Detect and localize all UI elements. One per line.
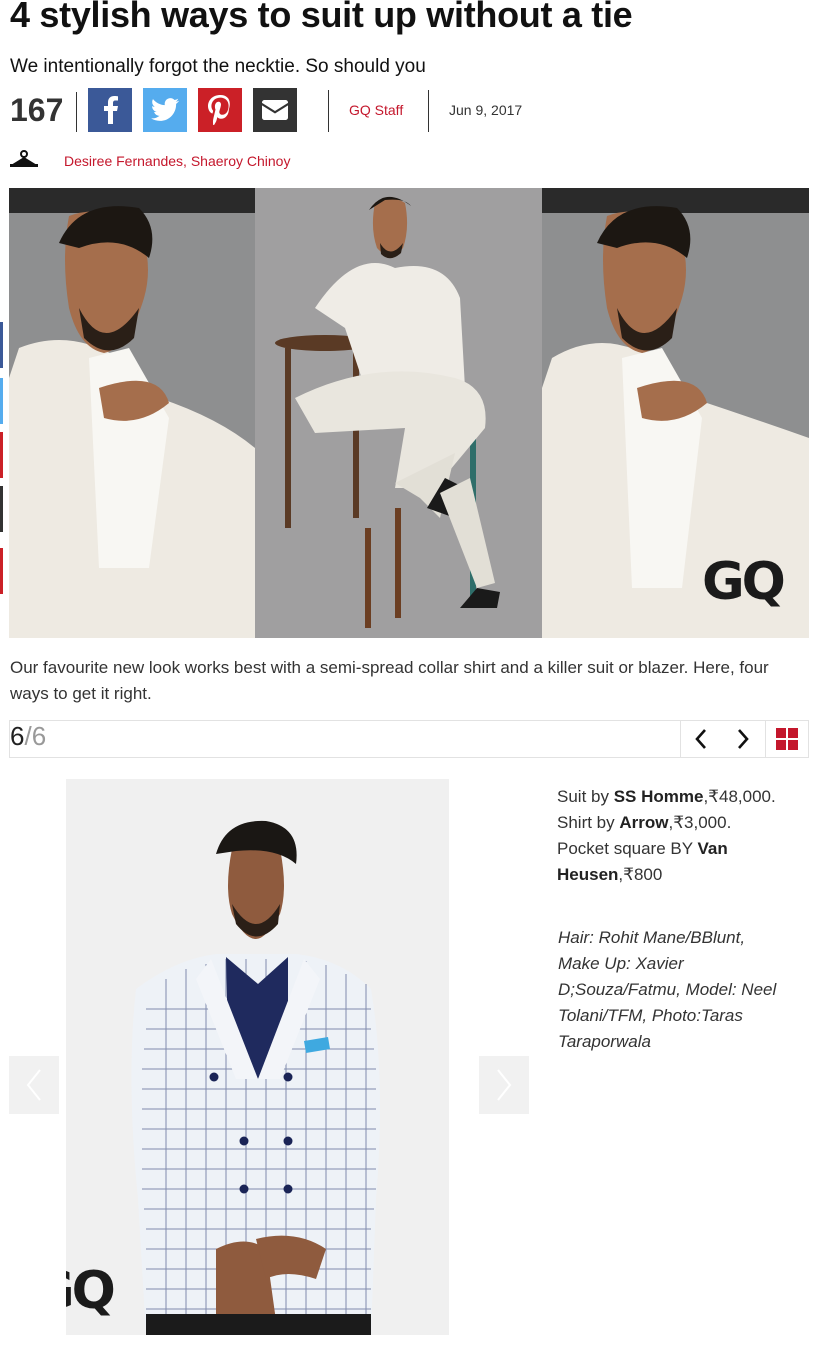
- slide-current: 6: [10, 721, 25, 751]
- article-subtitle: We intentionally forgot the necktie. So …: [10, 56, 426, 77]
- hero-image: GQ: [9, 188, 809, 638]
- pinterest-share-button[interactable]: [198, 88, 242, 132]
- hero-panel-center: [255, 188, 542, 638]
- edge-share-pinterest[interactable]: [0, 432, 3, 478]
- slide-total: 6: [31, 721, 47, 751]
- slide-description: Suit by SS Homme,₹48,000. Shirt by Arrow…: [557, 784, 785, 888]
- twitter-icon: [151, 98, 179, 121]
- facebook-icon: [104, 96, 118, 124]
- hanger-icon: [9, 150, 39, 173]
- divider: [76, 92, 77, 132]
- gallery-next-button[interactable]: [722, 722, 764, 756]
- article-lead: Our favourite new look works best with a…: [10, 658, 769, 703]
- divider: [428, 90, 429, 132]
- chevron-right-icon: [497, 1069, 512, 1101]
- slide-counter: 6/6: [10, 721, 46, 752]
- email-icon: [262, 100, 288, 120]
- slide-prev-arrow[interactable]: [9, 1056, 59, 1114]
- gallery-prev-button[interactable]: [680, 722, 722, 756]
- desc-text: ,₹800: [618, 865, 663, 884]
- edge-share-email[interactable]: [0, 486, 3, 532]
- slide-image: GQ: [66, 779, 449, 1335]
- chevron-left-icon: [695, 729, 706, 749]
- chevron-left-icon: [26, 1069, 41, 1101]
- gq-logo: GQ: [702, 552, 786, 612]
- publish-date: Jun 9, 2017: [449, 102, 523, 118]
- photo-credits: Hair: Rohit Mane/BBlunt, Make Up: Xavier…: [558, 928, 777, 1051]
- facebook-share-button[interactable]: [88, 88, 132, 132]
- article-title: 4 stylish ways to suit up without a tie: [10, 0, 633, 35]
- author-link[interactable]: GQ Staff: [349, 102, 403, 118]
- email-share-button[interactable]: [253, 88, 297, 132]
- edge-share-more[interactable]: [0, 548, 3, 594]
- hero-panel-left: [9, 188, 255, 638]
- chevron-right-icon: [738, 729, 749, 749]
- desc-text: Suit by: [557, 787, 614, 806]
- edge-share-facebook[interactable]: [0, 322, 3, 368]
- hero-panel-right: GQ: [542, 188, 809, 638]
- divider: [328, 90, 329, 132]
- grid-icon: [776, 728, 798, 750]
- brand-name: SS Homme: [613, 787, 704, 806]
- stylist-credits-link[interactable]: Desiree Fernandes, Shaeroy Chinoy: [64, 153, 290, 169]
- brand-name: Arrow: [619, 813, 669, 832]
- gallery-grid-button[interactable]: [766, 722, 808, 756]
- pinterest-icon: [208, 95, 230, 125]
- slide-separator: /: [24, 721, 32, 751]
- edge-share-twitter[interactable]: [0, 378, 3, 424]
- gq-logo: GQ: [66, 1261, 116, 1321]
- slide-next-arrow[interactable]: [479, 1056, 529, 1114]
- share-count: 167: [10, 92, 64, 128]
- twitter-share-button[interactable]: [143, 88, 187, 132]
